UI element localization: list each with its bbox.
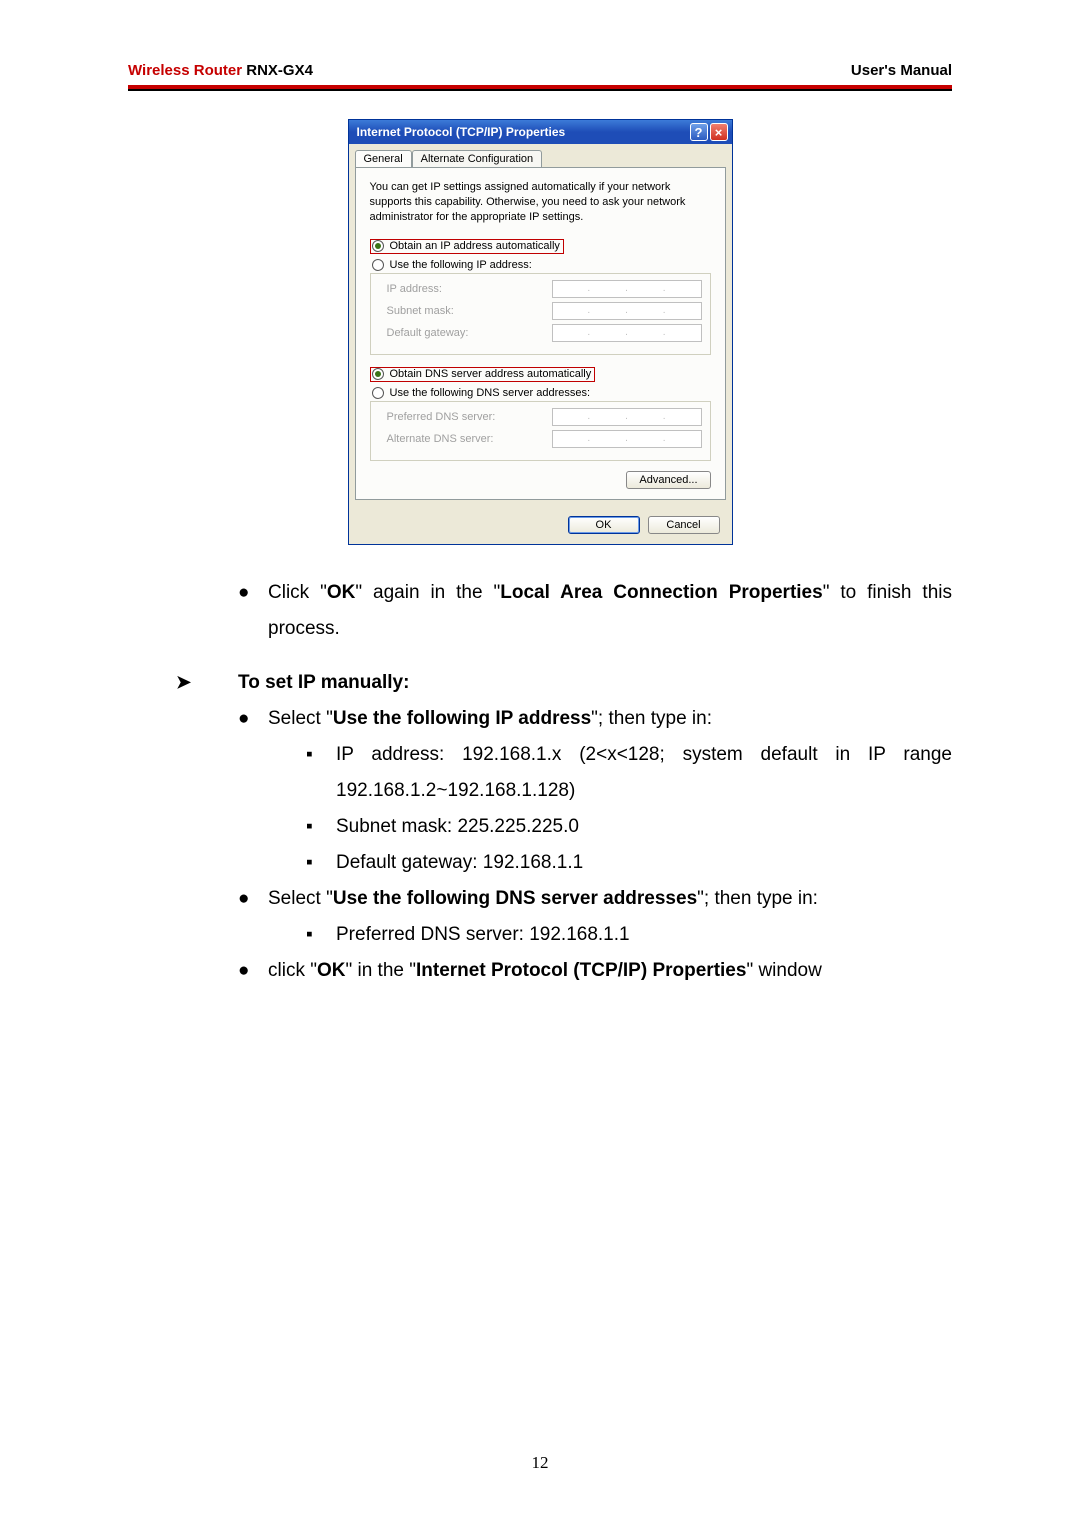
list-item: ● Click "OK" again in the "Local Area Co… bbox=[238, 575, 952, 647]
product-name-red: Wireless Router bbox=[128, 62, 242, 79]
radio-icon bbox=[372, 259, 384, 271]
bullet-icon: ● bbox=[238, 701, 268, 737]
input-preferred-dns: ... bbox=[552, 408, 702, 426]
close-icon[interactable]: × bbox=[710, 123, 728, 141]
list-item-text: Select "Use the following DNS server add… bbox=[268, 881, 952, 917]
text-bold: Internet Protocol (TCP/IP) Properties bbox=[416, 960, 746, 981]
tab-panel-general: You can get IP settings assigned automat… bbox=[355, 167, 726, 500]
text-bold: OK bbox=[327, 582, 356, 603]
square-bullet-icon: ▪ bbox=[306, 809, 336, 845]
text: Select " bbox=[268, 708, 333, 729]
text: " again in the " bbox=[355, 582, 500, 603]
list-item-text: Preferred DNS server: 192.168.1.1 bbox=[336, 917, 952, 953]
manual-content: ● Click "OK" again in the "Local Area Co… bbox=[128, 575, 952, 990]
radio-use-following-ip[interactable]: Use the following IP address: bbox=[370, 258, 711, 272]
list-item: ▪ Preferred DNS server: 192.168.1.1 bbox=[306, 917, 952, 953]
radio-use-following-dns[interactable]: Use the following DNS server addresses: bbox=[370, 386, 711, 400]
text-bold: Use the following IP address bbox=[333, 708, 591, 729]
list-item: ● Select "Use the following DNS server a… bbox=[238, 881, 952, 917]
header-left: Wireless Router RNX-GX4 bbox=[128, 62, 313, 79]
text: click " bbox=[268, 960, 317, 981]
text: "; then type in: bbox=[697, 888, 818, 909]
radio-label: Use the following DNS server addresses: bbox=[390, 387, 591, 399]
section-heading-text: To set IP manually: bbox=[238, 665, 409, 701]
bullet-icon: ● bbox=[238, 881, 268, 917]
label-preferred-dns: Preferred DNS server: bbox=[387, 411, 496, 423]
radio-label: Use the following IP address: bbox=[390, 259, 532, 271]
bullet-icon: ● bbox=[238, 575, 268, 647]
text: "; then type in: bbox=[591, 708, 712, 729]
ok-button[interactable]: OK bbox=[568, 516, 640, 534]
list-item-text: Click "OK" again in the "Local Area Conn… bbox=[268, 575, 952, 647]
label-subnet-mask: Subnet mask: bbox=[387, 305, 454, 317]
list-item-text: Default gateway: 192.168.1.1 bbox=[336, 845, 952, 881]
radio-obtain-dns-auto[interactable]: Obtain DNS server address automatically bbox=[370, 367, 596, 382]
radio-icon bbox=[372, 368, 384, 380]
dialog-figure: Internet Protocol (TCP/IP) Properties ? … bbox=[128, 119, 952, 545]
input-default-gateway: ... bbox=[552, 324, 702, 342]
list-item: ▪ Default gateway: 192.168.1.1 bbox=[306, 845, 952, 881]
input-ip-address: ... bbox=[552, 280, 702, 298]
text-bold: OK bbox=[317, 960, 346, 981]
list-item: ▪ IP address: 192.168.1.x (2<x<128; syst… bbox=[306, 737, 952, 809]
page-header: Wireless Router RNX-GX4 User's Manual bbox=[128, 62, 952, 85]
text-bold: Use the following DNS server addresses bbox=[333, 888, 697, 909]
text-bold: Local Area Connection Properties bbox=[500, 582, 822, 603]
list-item: ● click "OK" in the "Internet Protocol (… bbox=[238, 953, 952, 989]
radio-label: Obtain DNS server address automatically bbox=[390, 368, 592, 380]
help-icon[interactable]: ? bbox=[690, 123, 708, 141]
list-item: ▪ Subnet mask: 225.225.225.0 bbox=[306, 809, 952, 845]
text: " window bbox=[746, 960, 821, 981]
square-bullet-icon: ▪ bbox=[306, 917, 336, 953]
radio-label: Obtain an IP address automatically bbox=[390, 240, 560, 252]
radio-obtain-ip-auto[interactable]: Obtain an IP address automatically bbox=[370, 239, 564, 254]
text: Click " bbox=[268, 582, 327, 603]
input-subnet-mask: ... bbox=[552, 302, 702, 320]
bullet-icon: ● bbox=[238, 953, 268, 989]
label-default-gateway: Default gateway: bbox=[387, 327, 469, 339]
label-ip-address: IP address: bbox=[387, 283, 442, 295]
ip-fields-group: IP address: ... Subnet mask: ... Default… bbox=[370, 273, 711, 355]
radio-icon bbox=[372, 387, 384, 399]
tab-row: General Alternate Configuration bbox=[349, 144, 732, 167]
section-heading: ➤ To set IP manually: bbox=[176, 665, 952, 701]
tcpip-properties-dialog: Internet Protocol (TCP/IP) Properties ? … bbox=[348, 119, 733, 545]
label-alternate-dns: Alternate DNS server: bbox=[387, 433, 494, 445]
header-right: User's Manual bbox=[851, 62, 952, 79]
tab-general[interactable]: General bbox=[355, 150, 412, 167]
list-item-text: Select "Use the following IP address"; t… bbox=[268, 701, 952, 737]
input-alternate-dns: ... bbox=[552, 430, 702, 448]
list-item-text: IP address: 192.168.1.x (2<x<128; system… bbox=[336, 737, 952, 809]
tab-alternate-configuration[interactable]: Alternate Configuration bbox=[412, 150, 543, 167]
square-bullet-icon: ▪ bbox=[306, 845, 336, 881]
square-bullet-icon: ▪ bbox=[306, 737, 336, 809]
advanced-button[interactable]: Advanced... bbox=[626, 471, 710, 489]
page-number: 12 bbox=[0, 1453, 1080, 1473]
header-rule-black bbox=[128, 89, 952, 91]
radio-icon bbox=[372, 240, 384, 252]
cancel-button[interactable]: Cancel bbox=[648, 516, 720, 534]
text: Select " bbox=[268, 888, 333, 909]
dialog-title: Internet Protocol (TCP/IP) Properties bbox=[357, 125, 566, 139]
list-item-text: Subnet mask: 225.225.225.0 bbox=[336, 809, 952, 845]
arrow-icon: ➤ bbox=[176, 665, 238, 701]
product-model: RNX-GX4 bbox=[242, 62, 313, 79]
dialog-footer: OK Cancel bbox=[349, 506, 732, 544]
dialog-titlebar: Internet Protocol (TCP/IP) Properties ? … bbox=[349, 120, 732, 144]
list-item: ● Select "Use the following IP address";… bbox=[238, 701, 952, 737]
list-item-text: click "OK" in the "Internet Protocol (TC… bbox=[268, 953, 952, 989]
dialog-description: You can get IP settings assigned automat… bbox=[370, 180, 711, 225]
text: " in the " bbox=[345, 960, 416, 981]
dns-fields-group: Preferred DNS server: ... Alternate DNS … bbox=[370, 401, 711, 461]
